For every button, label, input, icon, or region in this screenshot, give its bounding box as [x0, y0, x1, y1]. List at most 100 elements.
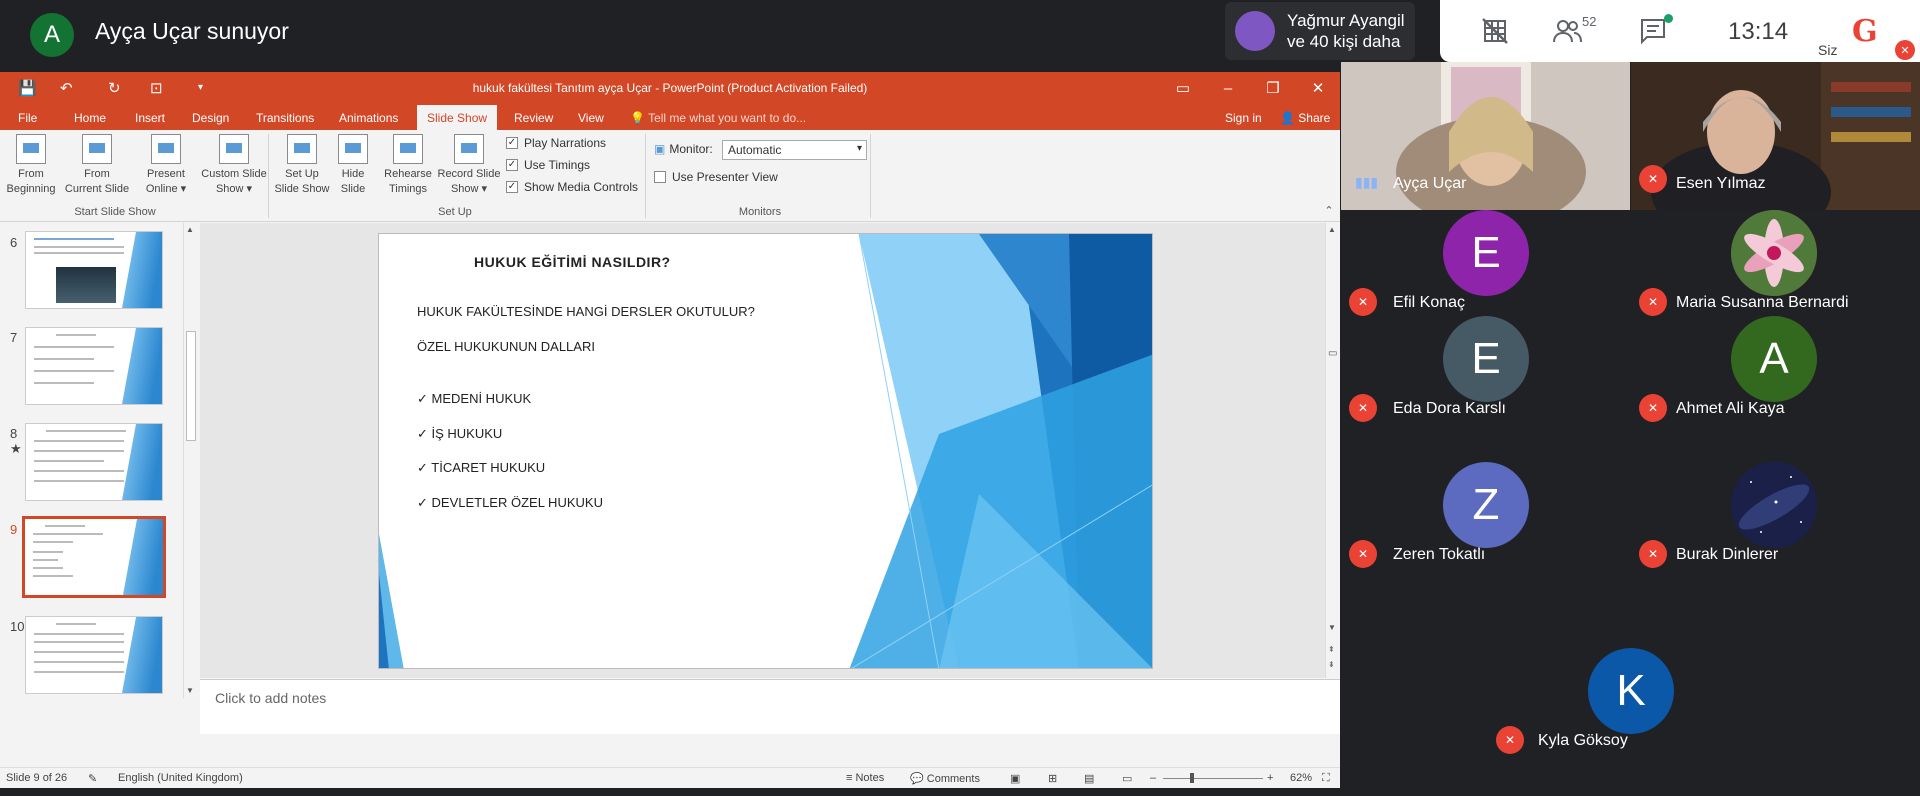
minimize-button[interactable]: –: [1213, 76, 1243, 100]
thumb-line: [56, 623, 96, 625]
slide-scrollbar[interactable]: ▲ ▭ ▼ ⇞ ⇟: [1325, 223, 1340, 678]
record-label-2: Show ▾: [450, 183, 488, 195]
participant-name: Ayça Uçar: [1393, 175, 1467, 192]
slide-thumbnail-7[interactable]: [25, 327, 163, 405]
grid-off-icon[interactable]: [1478, 14, 1512, 48]
close-button[interactable]: ✕: [1303, 76, 1333, 100]
fit-to-window-icon[interactable]: ⛶: [1322, 772, 1330, 785]
scroll-up-icon[interactable]: ▲: [1328, 225, 1336, 234]
avatar: [1731, 210, 1817, 296]
thumb-art: [123, 519, 163, 595]
slide-thumbnail-10[interactable]: [25, 616, 163, 694]
people-icon[interactable]: [1550, 14, 1584, 48]
notes-toggle[interactable]: ≡ Notes: [846, 772, 884, 784]
thumb-art: [122, 232, 162, 308]
slide-show-icon[interactable]: ▭: [1122, 772, 1132, 785]
notes-pane[interactable]: Click to add notes: [200, 679, 1340, 734]
monitor-select[interactable]: Automatic: [722, 140, 867, 160]
participant-tile-video[interactable]: ✕ Esen Yılmaz: [1631, 62, 1920, 210]
mic-off-icon: ✕: [1895, 40, 1915, 60]
mic-off-icon: ✕: [1639, 394, 1667, 422]
zoom-level[interactable]: 62%: [1290, 772, 1312, 784]
spelling-icon[interactable]: ✎: [88, 772, 97, 785]
thumb-line: [33, 541, 73, 543]
slide-title: HUKUK EĞİTİMİ NASILDIR?: [474, 254, 671, 270]
set-up-slide-show-button[interactable]: Set Up Slide Show: [270, 134, 334, 197]
title-bar: 💾 ↶ ↻ ⊡ ▾ hukuk fakültesi Tanıtım ayça U…: [0, 72, 1340, 105]
ribbon-slide-show: From Beginning From Current Slide Presen…: [0, 130, 1340, 222]
slide-thumbnail-9[interactable]: [22, 516, 166, 598]
use-presenter-view-checkbox[interactable]: Use Presenter View: [654, 170, 778, 184]
language[interactable]: English (United Kingdom): [118, 772, 243, 784]
scroll-down-icon[interactable]: ▼: [1328, 623, 1336, 632]
next-slide-icon[interactable]: ⇟: [1328, 660, 1335, 669]
slide-bullet: ✓ İŞ HUKUKU: [417, 426, 503, 441]
use-timings-checkbox[interactable]: ✓ Use Timings: [506, 158, 590, 172]
hide-slide-button[interactable]: Hide Slide: [334, 134, 372, 197]
avatar: Z: [1443, 462, 1529, 548]
participants-preview[interactable]: Yağmur Ayangil ve 40 kişi daha: [1225, 2, 1415, 60]
participant-tile[interactable]: Z ✕ Zeren Tokatlı: [1341, 462, 1630, 608]
participant-tile[interactable]: E ✕ Eda Dora Karslı: [1341, 316, 1630, 462]
tab-slide-show[interactable]: Slide Show: [417, 105, 498, 130]
show-media-label: Show Media Controls: [524, 180, 639, 194]
current-slide[interactable]: HUKUK EĞİTİMİ NASILDIR? HUKUK FAKÜLTESİN…: [378, 233, 1153, 669]
custom-slide-show-button[interactable]: Custom Slide Show ▾: [196, 134, 272, 197]
zoom-slider[interactable]: [1163, 778, 1263, 779]
show-media-controls-checkbox[interactable]: ✓ Show Media Controls: [506, 180, 638, 194]
restore-button[interactable]: ❐: [1258, 76, 1288, 100]
record-slide-show-button[interactable]: Record Slide Show ▾: [434, 134, 504, 197]
rehearse-timings-button[interactable]: Rehearse Timings: [380, 134, 436, 197]
sign-in-link[interactable]: Sign in: [1225, 111, 1262, 125]
present-online-button[interactable]: Present Online ▾: [138, 134, 194, 197]
reading-view-icon[interactable]: ▤: [1084, 772, 1094, 785]
participant-tile[interactable]: K ✕ Kyla Göksoy: [1486, 648, 1775, 794]
others-text: Yağmur Ayangil ve 40 kişi daha: [1287, 10, 1405, 52]
divider: [268, 134, 269, 218]
scroll-thumb[interactable]: ▭: [1328, 348, 1337, 359]
previous-slide-icon[interactable]: ⇞: [1328, 645, 1335, 654]
tab-home[interactable]: Home: [74, 111, 106, 125]
group-start-slide-show: Start Slide Show: [74, 206, 156, 218]
participant-tile[interactable]: A ✕ Ahmet Ali Kaya: [1631, 316, 1920, 462]
tab-file[interactable]: File: [18, 111, 37, 125]
play-narrations-checkbox[interactable]: ✓ Play Narrations: [506, 136, 606, 150]
speaking-indicator-icon: ▮▮▮: [1355, 174, 1379, 190]
collapse-ribbon-icon[interactable]: ⌃: [1322, 204, 1336, 217]
ribbon-display-options-icon[interactable]: ▭: [1168, 76, 1198, 100]
scroll-up-icon[interactable]: ▲: [186, 225, 194, 234]
thumbnails-scrollbar[interactable]: ▲ ▼: [183, 223, 197, 698]
from-current-slide-button[interactable]: From Current Slide: [60, 134, 134, 197]
tab-transitions[interactable]: Transitions: [256, 111, 314, 125]
custom-show-label-2: Show ▾: [215, 183, 253, 195]
zoom-thumb[interactable]: [1190, 773, 1194, 783]
present-online-label-1: Present: [147, 168, 185, 180]
tell-me-search[interactable]: 💡 Tell me what you want to do...: [630, 111, 806, 125]
participant-name: Burak Dinlerer: [1676, 546, 1779, 563]
from-beginning-label-2: Beginning: [6, 183, 56, 195]
scroll-down-icon[interactable]: ▼: [186, 686, 194, 695]
zoom-in-icon[interactable]: +: [1267, 772, 1273, 784]
share-button[interactable]: 👤 Share: [1280, 111, 1330, 125]
from-beginning-button[interactable]: From Beginning: [4, 134, 58, 197]
normal-view-icon[interactable]: ▣: [1010, 772, 1020, 785]
participant-tile-video[interactable]: ▮▮▮ Ayça Uçar: [1341, 62, 1630, 210]
mic-off-icon: ✕: [1639, 288, 1667, 316]
participant-tile[interactable]: ✕ Burak Dinlerer: [1631, 462, 1920, 608]
monitor-label-text: Monitor:: [669, 142, 713, 156]
scroll-thumb[interactable]: [186, 331, 196, 441]
slide-thumbnail-8[interactable]: [25, 423, 163, 501]
window-title: hukuk fakültesi Tanıtım ayça Uçar - Powe…: [472, 81, 868, 95]
tab-view[interactable]: View: [578, 111, 604, 125]
comments-toggle[interactable]: 💬 Comments: [910, 772, 980, 785]
tab-animations[interactable]: Animations: [339, 111, 398, 125]
tab-insert[interactable]: Insert: [135, 111, 165, 125]
tab-design[interactable]: Design: [192, 111, 229, 125]
tab-review[interactable]: Review: [514, 111, 553, 125]
avatar: [1731, 462, 1817, 548]
slide-sorter-icon[interactable]: ⊞: [1048, 772, 1057, 785]
slide-thumbnail-6[interactable]: [25, 231, 163, 309]
thumb-art: [122, 328, 162, 404]
zoom-out-icon[interactable]: –: [1150, 772, 1156, 784]
thumb-line: [34, 358, 94, 360]
